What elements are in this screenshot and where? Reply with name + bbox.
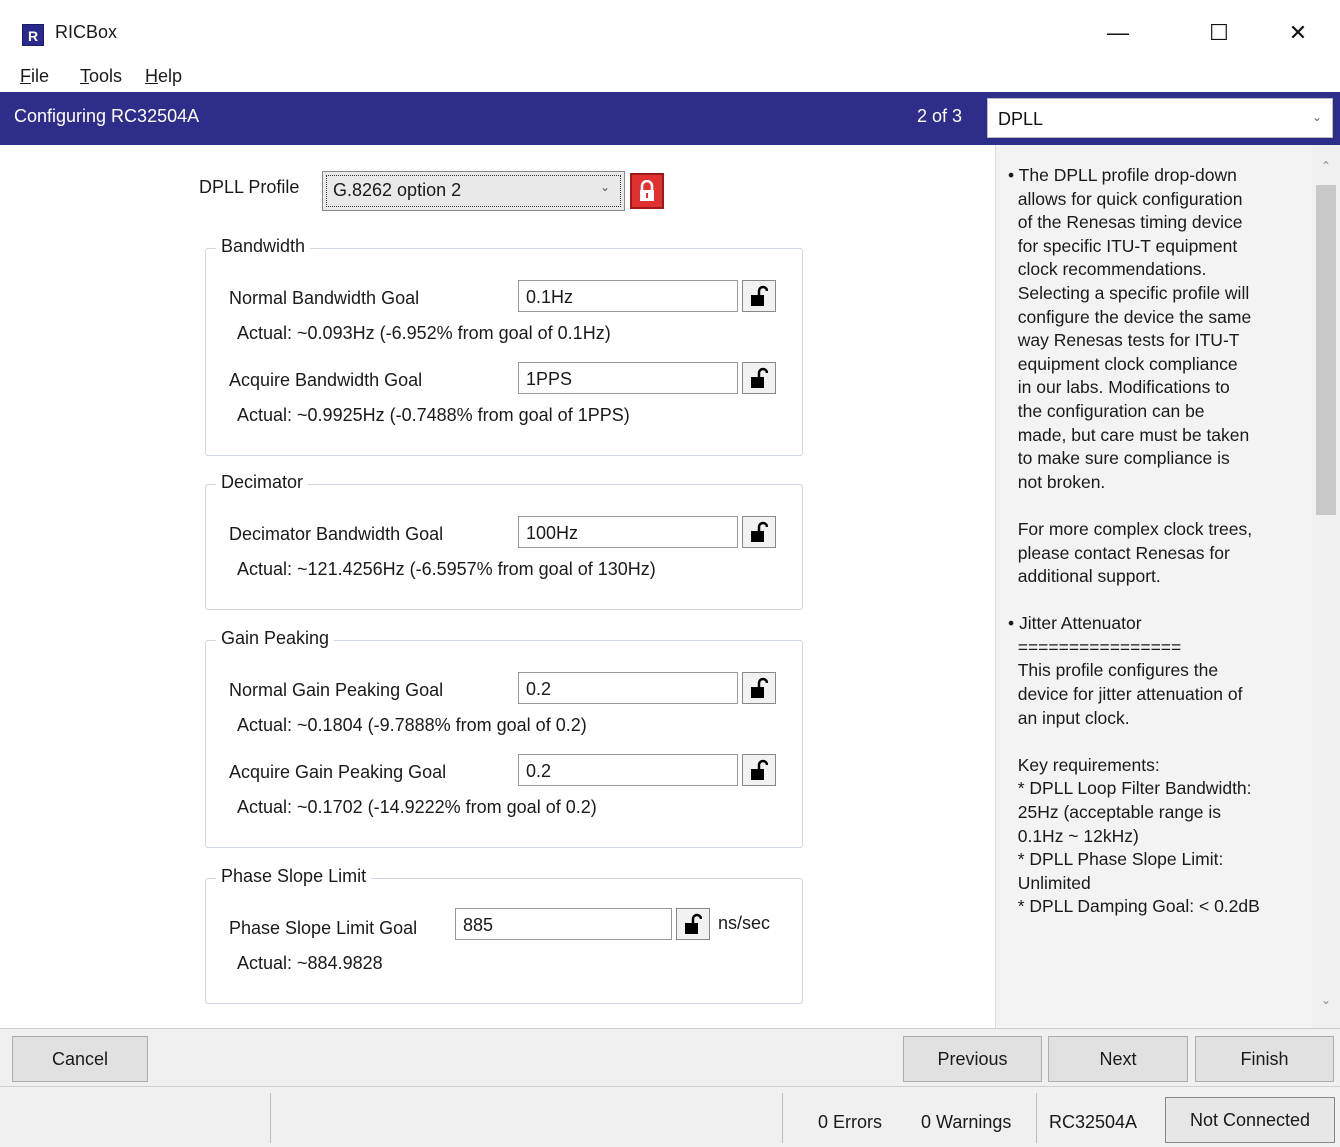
status-bar: 0 Errors 0 Warnings RC32504A Not Connect… — [0, 1086, 1340, 1147]
chevron-down-icon: ⌄ — [1311, 110, 1322, 124]
decimator-bandwidth-input[interactable]: 100Hz — [518, 516, 738, 548]
scroll-up-icon[interactable]: ⌃ — [1312, 159, 1340, 185]
acquire-bandwidth-input[interactable]: 1PPS — [518, 362, 738, 394]
header-title: Configuring RC32504A — [14, 106, 200, 126]
lock-open-icon — [751, 521, 768, 542]
normal-bandwidth-label: Normal Bandwidth Goal — [229, 288, 420, 308]
error-count: 0 Errors — [818, 1112, 883, 1132]
title-bar: R RICBox — ☐ ✕ — [0, 0, 1340, 66]
maximize-button[interactable]: ☐ — [1189, 10, 1249, 56]
menu-bar: File Tools Help — [0, 66, 1340, 92]
phase-slope-limit-label: Phase Slope Limit Goal — [229, 918, 418, 938]
cancel-button[interactable]: Cancel — [12, 1036, 148, 1082]
gain-peaking-group-label: Gain Peaking — [216, 628, 335, 649]
status-divider — [270, 1093, 271, 1143]
decimator-group-label: Decimator — [216, 472, 309, 493]
phase-slope-unit: ns/sec — [718, 913, 771, 933]
step-indicator: 2 of 3 — [917, 106, 963, 126]
lock-open-icon — [751, 285, 768, 306]
decimator-bandwidth-label: Decimator Bandwidth Goal — [229, 524, 444, 544]
acquire-bandwidth-lock-button[interactable] — [742, 362, 776, 394]
warning-count: 0 Warnings — [921, 1112, 1012, 1132]
app-icon: R — [22, 24, 44, 46]
lock-open-icon — [751, 759, 768, 780]
phase-slope-group-label: Phase Slope Limit — [216, 866, 372, 887]
acquire-bandwidth-label: Acquire Bandwidth Goal — [229, 370, 423, 390]
step-select[interactable]: DPLL ⌄ — [987, 98, 1333, 138]
close-button[interactable]: ✕ — [1268, 10, 1328, 56]
dpll-profile-label: DPLL Profile — [199, 177, 300, 197]
lock-open-icon — [685, 913, 702, 934]
normal-bandwidth-input[interactable]: 0.1Hz — [518, 280, 738, 312]
step-select-value: DPLL — [998, 109, 1044, 129]
phase-slope-group: Phase Slope Limit — [205, 866, 803, 1004]
menu-tools[interactable]: Tools — [80, 66, 122, 87]
finish-button[interactable]: Finish — [1195, 1036, 1334, 1082]
lock-open-icon — [751, 677, 768, 698]
acquire-gain-peaking-lock-button[interactable] — [742, 754, 776, 786]
connection-status-button[interactable]: Not Connected — [1165, 1097, 1335, 1143]
previous-button[interactable]: Previous — [903, 1036, 1042, 1082]
help-scrollbar[interactable]: ⌃ ⌄ — [1312, 145, 1340, 1028]
acquire-gain-peaking-input[interactable]: 0.2 — [518, 754, 738, 786]
profile-lock-button[interactable] — [630, 173, 664, 209]
normal-gain-peaking-lock-button[interactable] — [742, 672, 776, 704]
phase-slope-actual: Actual: ~884.9828 — [237, 953, 383, 973]
menu-help[interactable]: Help — [145, 66, 182, 87]
dpll-profile-select[interactable]: G.8262 option 2 ⌄ — [322, 171, 625, 211]
normal-bandwidth-actual: Actual: ~0.093Hz (-6.952% from goal of 0… — [237, 323, 611, 343]
phase-slope-limit-input[interactable]: 885 — [455, 908, 672, 940]
lock-closed-icon — [640, 180, 654, 201]
help-panel: • The DPLL profile drop-down allows for … — [996, 145, 1340, 1028]
help-text: • The DPLL profile drop-down allows for … — [1008, 165, 1260, 917]
wizard-footer: Cancel Previous Next Finish — [0, 1028, 1340, 1086]
window-title: RICBox — [55, 22, 118, 42]
acquire-gain-peaking-actual: Actual: ~0.1702 (-14.9222% from goal of … — [237, 797, 597, 817]
normal-bandwidth-lock-button[interactable] — [742, 280, 776, 312]
menu-file[interactable]: File — [20, 66, 49, 87]
dpll-profile-value: G.8262 option 2 — [333, 180, 462, 200]
next-button[interactable]: Next — [1048, 1036, 1188, 1082]
normal-gain-peaking-label: Normal Gain Peaking Goal — [229, 680, 444, 700]
scroll-down-icon[interactable]: ⌄ — [1312, 993, 1340, 1019]
lock-open-icon — [751, 367, 768, 388]
decimator-bandwidth-lock-button[interactable] — [742, 516, 776, 548]
acquire-gain-peaking-label: Acquire Gain Peaking Goal — [229, 762, 447, 782]
status-divider — [1036, 1093, 1037, 1143]
minimize-button[interactable]: — — [1088, 10, 1148, 56]
normal-gain-peaking-input[interactable]: 0.2 — [518, 672, 738, 704]
phase-slope-lock-button[interactable] — [676, 908, 710, 940]
status-divider — [782, 1093, 783, 1143]
decimator-bandwidth-actual: Actual: ~121.4256Hz (-6.5957% from goal … — [237, 559, 656, 579]
acquire-bandwidth-actual: Actual: ~0.9925Hz (-0.7488% from goal of… — [237, 405, 630, 425]
bandwidth-group-label: Bandwidth — [216, 236, 311, 257]
scroll-thumb[interactable] — [1316, 185, 1336, 515]
device-name: RC32504A — [1049, 1112, 1138, 1132]
chevron-down-icon: ⌄ — [599, 180, 610, 194]
wizard-header: Configuring RC32504A 2 of 3 DPLL ⌄ — [0, 92, 1340, 145]
normal-gain-peaking-actual: Actual: ~0.1804 (-9.7888% from goal of 0… — [237, 715, 587, 735]
